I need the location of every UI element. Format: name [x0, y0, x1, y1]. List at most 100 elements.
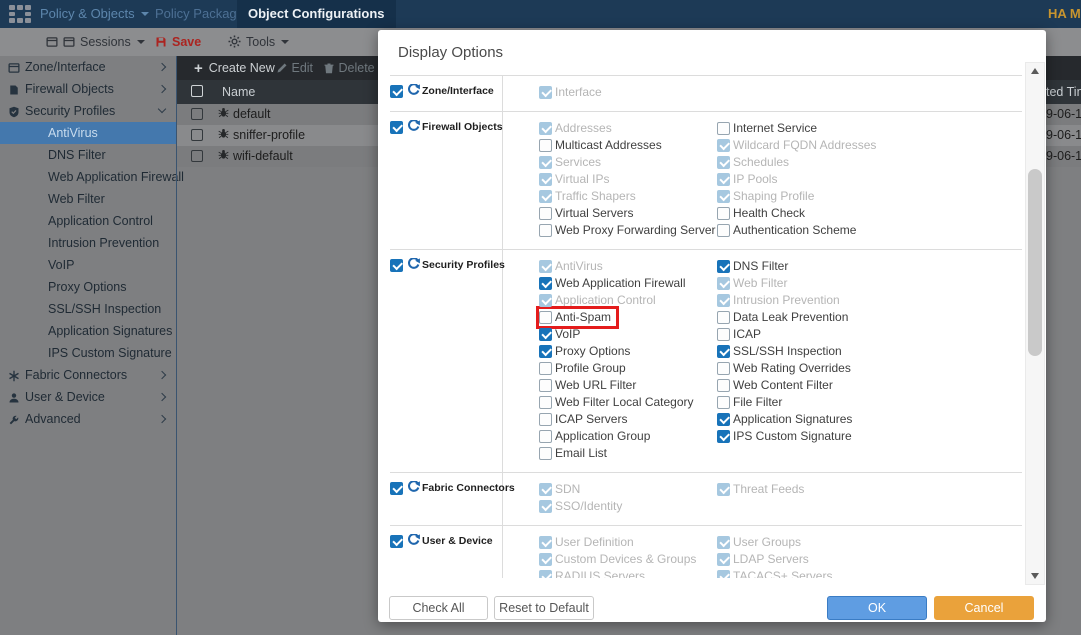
group-checkbox[interactable] — [390, 482, 403, 495]
option-row: Schedules — [717, 154, 876, 171]
sidebar-item-application-control[interactable]: Application Control — [0, 210, 176, 232]
sidebar-item-ssl-ssh-inspection[interactable]: SSL/SSH Inspection — [0, 298, 176, 320]
modal-scrollbar[interactable] — [1025, 62, 1045, 585]
objects-icon — [8, 84, 20, 96]
option-group: User & DeviceUser DefinitionCustom Devic… — [390, 525, 1022, 578]
sidebar-item-label: Security Profiles — [25, 104, 115, 118]
scroll-down-arrow-icon[interactable] — [1031, 573, 1039, 579]
option-checkbox[interactable] — [539, 139, 552, 152]
option-label: SSL/SSH Inspection — [733, 343, 842, 360]
option-checkbox[interactable] — [717, 122, 730, 135]
sidebar-item-voip[interactable]: VoIP — [0, 254, 176, 276]
sidebar-item-web-application-firewall[interactable]: Web Application Firewall — [0, 166, 176, 188]
sidebar-item-application-signatures[interactable]: Application Signatures — [0, 320, 176, 342]
option-checkbox[interactable] — [539, 207, 552, 220]
sidebar-item-intrusion-prevention[interactable]: Intrusion Prevention — [0, 232, 176, 254]
sidebar-item-ips-custom-signature[interactable]: IPS Custom Signature — [0, 342, 176, 364]
option-checkbox[interactable] — [539, 328, 552, 341]
option-checkbox[interactable] — [717, 224, 730, 237]
row-checkbox[interactable] — [191, 150, 203, 162]
option: Data Leak Prevention — [717, 309, 848, 326]
option-checkbox[interactable] — [717, 260, 730, 273]
group-header: Security Profiles — [390, 250, 503, 472]
display-options-modal: Display Options Zone/InterfaceInterfaceF… — [378, 30, 1046, 622]
option: Proxy Options — [539, 343, 630, 360]
sidebar-item-user-device[interactable]: User & Device — [0, 386, 176, 408]
option-checkbox[interactable] — [539, 277, 552, 290]
tab-object-configurations[interactable]: Object Configurations — [237, 0, 396, 28]
group-checkbox[interactable] — [390, 121, 403, 134]
create-new-button[interactable]: +Create New — [194, 56, 275, 81]
sidebar-item-zone-interface[interactable]: Zone/Interface — [0, 56, 176, 78]
sidebar-item-security-profiles[interactable]: Security Profiles — [0, 100, 176, 122]
option-checkbox[interactable] — [539, 311, 552, 324]
sessions-window-icon — [46, 36, 58, 48]
option: Web Content Filter — [717, 377, 833, 394]
ok-button[interactable]: OK — [827, 596, 927, 620]
option-row: SDN — [539, 481, 717, 498]
grid-logo-icon[interactable] — [9, 5, 31, 23]
tools-menu[interactable]: Tools — [228, 28, 289, 56]
sidebar-item-advanced[interactable]: Advanced — [0, 408, 176, 430]
window-icon — [63, 36, 75, 48]
option: Web Filter Local Category — [539, 394, 694, 411]
option-checkbox[interactable] — [717, 345, 730, 358]
save-button[interactable]: Save — [155, 28, 201, 56]
option-label: Multicast Addresses — [555, 137, 662, 154]
option-checkbox[interactable] — [717, 413, 730, 426]
option-checkbox[interactable] — [717, 396, 730, 409]
profile-name: wifi-default — [233, 146, 293, 167]
row-checkbox[interactable] — [191, 129, 203, 141]
reset-to-default-button[interactable]: Reset to Default — [494, 596, 594, 620]
option-checkbox[interactable] — [539, 379, 552, 392]
sidebar-item-firewall-objects[interactable]: Firewall Objects — [0, 78, 176, 100]
option-checkbox[interactable] — [539, 413, 552, 426]
sidebar-item-fabric-connectors[interactable]: Fabric Connectors — [0, 364, 176, 386]
option-checkbox[interactable] — [717, 430, 730, 443]
row-checkbox[interactable] — [191, 108, 203, 120]
edit-button[interactable]: Edit — [276, 56, 313, 80]
option-checkbox[interactable] — [717, 362, 730, 375]
option-checkbox[interactable] — [717, 328, 730, 341]
scroll-up-arrow-icon[interactable] — [1031, 68, 1039, 74]
select-all-checkbox[interactable] — [191, 85, 203, 97]
option-checkbox[interactable] — [539, 345, 552, 358]
group-label: Zone/Interface — [422, 84, 494, 98]
group-checkbox[interactable] — [390, 259, 403, 272]
trash-icon — [323, 62, 335, 74]
time-column-header[interactable]: ted Time — [1046, 80, 1081, 104]
refresh-icon — [407, 84, 420, 97]
scrollbar-thumb[interactable] — [1028, 169, 1042, 356]
option-checkbox[interactable] — [539, 362, 552, 375]
option-label: Email List — [555, 445, 607, 462]
option: Application Signatures — [717, 411, 852, 428]
name-column-header[interactable]: Name — [222, 80, 255, 104]
option-checkbox[interactable] — [717, 207, 730, 220]
sidebar-item-label: Intrusion Prevention — [48, 236, 159, 250]
option-checkbox[interactable] — [539, 396, 552, 409]
option-checkbox — [539, 173, 552, 186]
cancel-button[interactable]: Cancel — [934, 596, 1034, 620]
group-checkbox[interactable] — [390, 535, 403, 548]
sidebar-item-dns-filter[interactable]: DNS Filter — [0, 144, 176, 166]
option-row: Virtual Servers — [539, 205, 717, 222]
option-checkbox[interactable] — [717, 311, 730, 324]
option-checkbox[interactable] — [717, 379, 730, 392]
sidebar-item-proxy-options[interactable]: Proxy Options — [0, 276, 176, 298]
delete-button[interactable]: Delete — [323, 56, 375, 80]
check-all-button[interactable]: Check All — [389, 596, 488, 620]
option-checkbox — [539, 190, 552, 203]
chevron-right-icon — [158, 393, 166, 401]
option-checkbox[interactable] — [539, 447, 552, 460]
option-checkbox — [539, 260, 552, 273]
option-row: VoIP — [539, 326, 717, 343]
sidebar-item-web-filter[interactable]: Web Filter — [0, 188, 176, 210]
nav-menu-policy-objects[interactable]: Policy & Objects — [40, 0, 149, 28]
option-row: Internet Service — [717, 120, 876, 137]
sidebar-item-antivirus[interactable]: AntiVirus — [0, 122, 176, 144]
sessions-menu[interactable]: Sessions — [46, 28, 145, 56]
option-checkbox[interactable] — [539, 430, 552, 443]
group-checkbox[interactable] — [390, 85, 403, 98]
option-checkbox[interactable] — [539, 224, 552, 237]
pencil-icon — [276, 62, 288, 74]
